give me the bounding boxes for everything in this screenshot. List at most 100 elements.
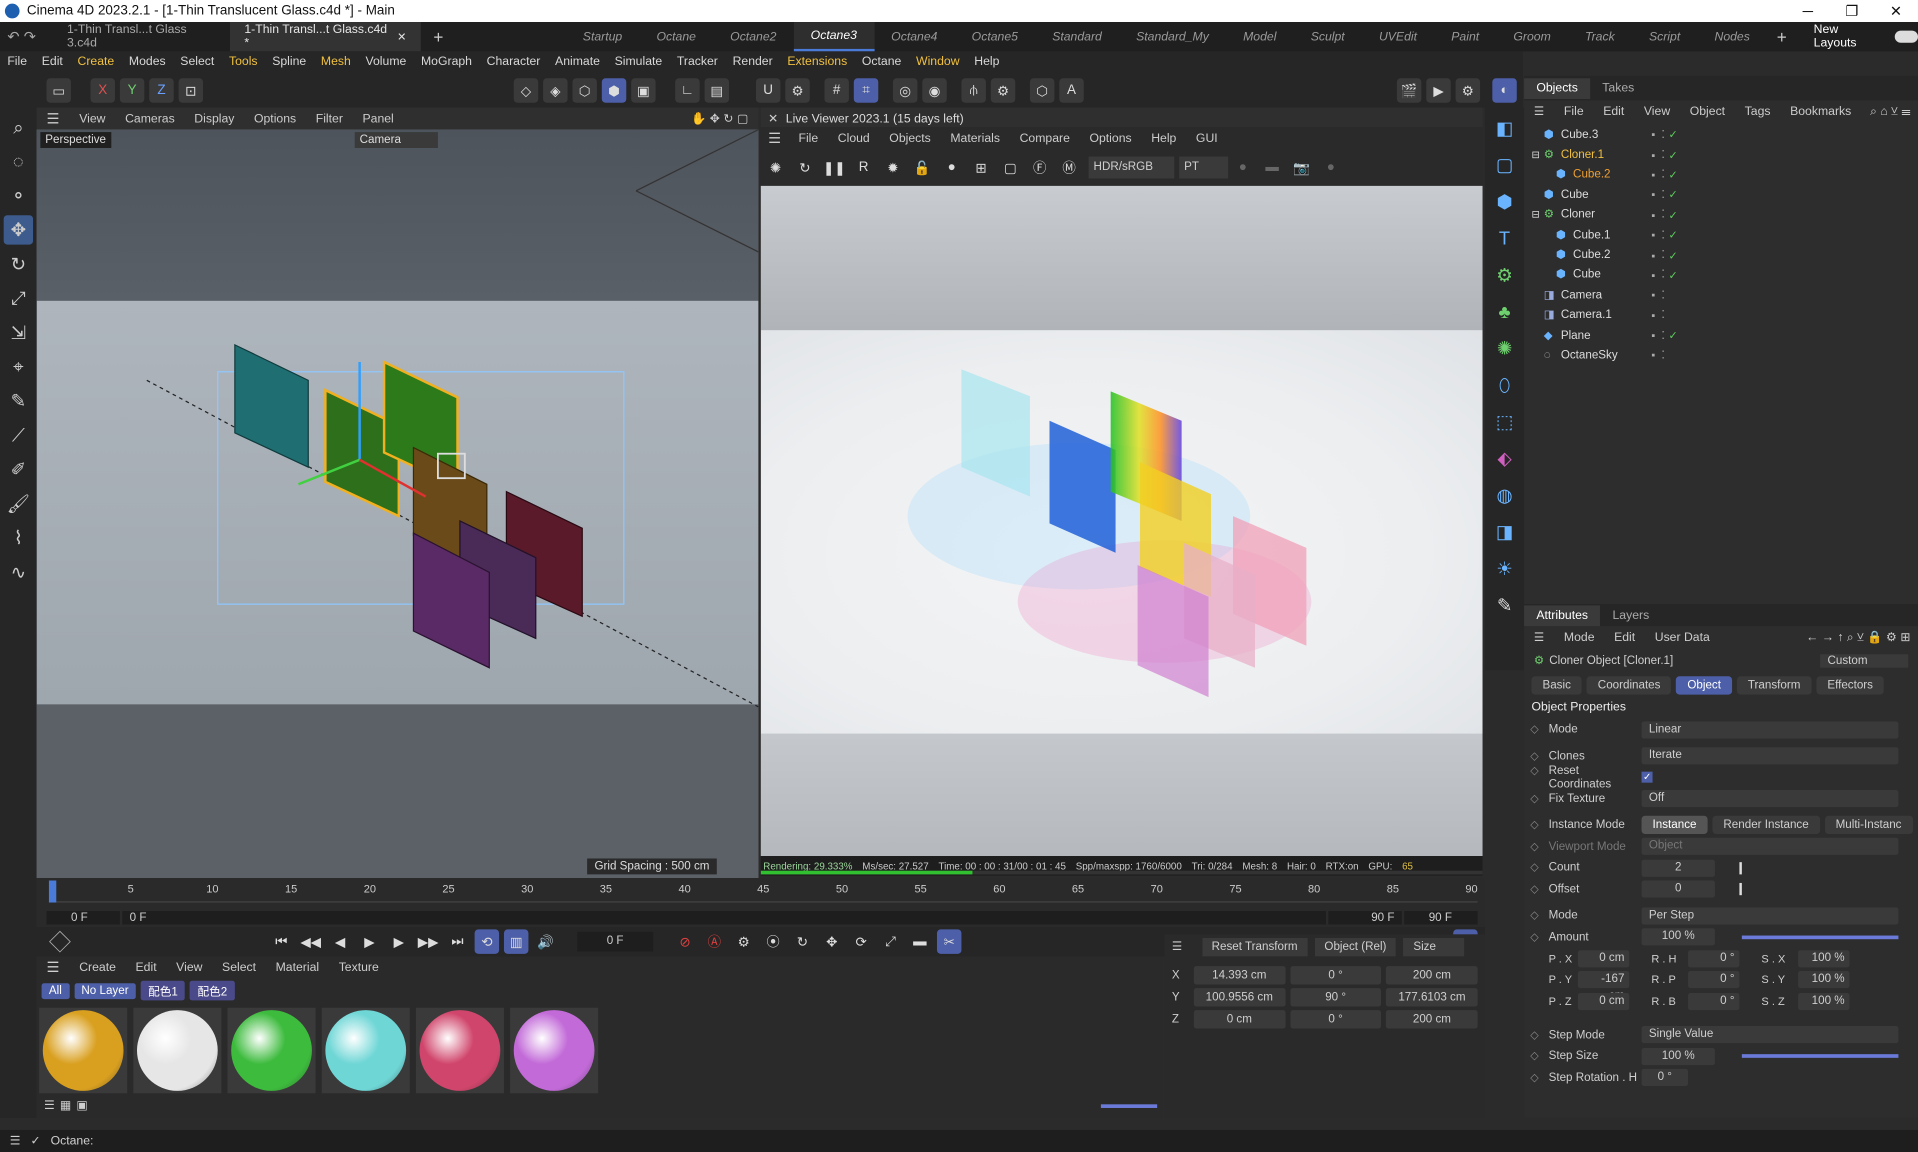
attr-preset-select[interactable]: Custom	[1820, 653, 1909, 668]
material-menu-texture[interactable]: Texture	[329, 961, 389, 974]
live-viewer-menu-cloud[interactable]: Cloud	[828, 131, 880, 144]
instance-option[interactable]: Instance	[1641, 816, 1708, 835]
search-icon[interactable]: ⌕	[4, 113, 33, 142]
offset-slider[interactable]	[1739, 883, 1742, 896]
attr-nav-icons[interactable]: ← → ↑ ⌕ ⊻ 🔒 ⚙ ⊞	[1806, 630, 1918, 643]
count-slider[interactable]	[1739, 861, 1742, 875]
keyframe-icon[interactable]	[49, 930, 71, 953]
clones-select[interactable]: Iterate	[1641, 747, 1899, 765]
object-name[interactable]: Cube.3	[1561, 128, 1647, 141]
objects-menu-edit[interactable]: Edit	[1593, 105, 1634, 118]
doc-tab-1[interactable]: 1-Thin Transl...t Glass 3.c4d	[52, 22, 229, 51]
coord-field-z-1[interactable]: 0 °	[1289, 1009, 1382, 1028]
soft-selection-icon[interactable]: ◎	[892, 78, 918, 103]
colorspace-select[interactable]: HDR/sRGB	[1088, 156, 1175, 179]
material-thumbnail[interactable]	[227, 1007, 316, 1094]
edit-toggle-icon[interactable]: ▪	[1651, 309, 1655, 321]
environment-icon[interactable]: ◍	[1489, 479, 1521, 511]
material-filter[interactable]: 配色2	[190, 980, 235, 1001]
hamburger-icon[interactable]: ☰	[1172, 940, 1182, 953]
lock-resolution-icon[interactable]: 🔓	[910, 155, 934, 179]
coord-field-y-0[interactable]: 100.9556 cm	[1193, 987, 1286, 1006]
layout-tab-standard[interactable]: Standard	[1035, 22, 1119, 51]
sound-icon[interactable]: 🔊	[533, 929, 557, 953]
tab-takes[interactable]: Takes	[1590, 78, 1646, 99]
enabled-check-icon[interactable]: ✓	[1669, 249, 1681, 261]
step-size-field[interactable]: 100 %	[1641, 1047, 1715, 1065]
edit-toggle-icon[interactable]: ▪	[1651, 269, 1655, 281]
material-thumbnail[interactable]	[510, 1007, 599, 1094]
menu-character[interactable]: Character	[479, 51, 547, 73]
offset-field[interactable]: 0	[1641, 880, 1715, 898]
amount-field[interactable]: 100 %	[1641, 928, 1715, 946]
axis-y-button[interactable]: Y	[119, 78, 145, 103]
text-icon[interactable]: T	[1489, 223, 1521, 255]
enabled-check-icon[interactable]: ✓	[1669, 149, 1681, 161]
coordinate-system-icon[interactable]: ⊡	[178, 78, 204, 103]
hamburger-icon[interactable]: ☰	[37, 959, 70, 976]
snapshot-icon[interactable]: 📷	[1289, 155, 1313, 179]
layout-tab-track[interactable]: Track	[1568, 22, 1632, 51]
enabled-check-icon[interactable]: ✓	[1669, 209, 1681, 221]
menu-spline[interactable]: Spline	[265, 51, 314, 73]
subtab-transform[interactable]: Transform	[1736, 675, 1812, 695]
edit-toggle-icon[interactable]: ▪	[1651, 289, 1655, 301]
visibility-dots-icon[interactable]: ⁚	[1661, 128, 1665, 141]
loop-icon[interactable]: ⟲	[474, 929, 500, 954]
material-filter[interactable]: All	[41, 982, 70, 999]
menu-window[interactable]: Window	[909, 51, 967, 73]
transform-field-rp[interactable]: 0 °	[1688, 971, 1740, 989]
material-menu-material[interactable]: Material	[266, 961, 329, 974]
add-layout-icon[interactable]: +	[1767, 27, 1797, 47]
object-row[interactable]: ◨ Camera ▪ ⁚	[1524, 285, 1918, 305]
object-name[interactable]: Cube.2	[1573, 248, 1646, 261]
clay-mode-icon[interactable]: ●	[1231, 155, 1255, 179]
close-button[interactable]: ✕	[1874, 0, 1918, 22]
go-to-end-icon[interactable]: ⏭	[445, 929, 469, 953]
material-pick-icon[interactable]: Ⓜ	[1057, 155, 1081, 179]
enabled-check-icon[interactable]: ✓	[1669, 189, 1681, 201]
object-row[interactable]: ⬢ Cube.2 ▪ ⁚ ✓	[1524, 165, 1918, 185]
coord-field-x-1[interactable]: 0 °	[1289, 965, 1382, 984]
viewport-nav-icons[interactable]: ✋ ✥ ↻ ▢	[691, 112, 758, 125]
live-viewer-menu-help[interactable]: Help	[1141, 131, 1186, 144]
transform-field-sz[interactable]: 100 %	[1798, 992, 1850, 1010]
deformer-icon[interactable]: ⬯	[1489, 369, 1521, 401]
transform-field-px[interactable]: 0 cm	[1577, 949, 1630, 968]
coord-field-y-2[interactable]: 177.6103 cm	[1386, 987, 1478, 1006]
render-tool-icon[interactable]: ▭	[46, 78, 71, 103]
coord-field-x-2[interactable]: 200 cm	[1386, 965, 1478, 984]
close-tab-icon[interactable]: ✕	[397, 30, 406, 43]
object-row[interactable]: ⬢ Cube.3 ▪ ⁚ ✓	[1524, 125, 1918, 145]
coord-field-z-2[interactable]: 200 cm	[1386, 1009, 1478, 1028]
layout-tab-uvedit[interactable]: UVEdit	[1362, 22, 1434, 51]
region-render-icon[interactable]: R	[851, 155, 875, 179]
layout-tab-octane3[interactable]: Octane3	[793, 22, 875, 52]
symmetry-icon[interactable]: ⫛	[961, 78, 986, 103]
fix-texture-select[interactable]: Off	[1641, 790, 1899, 808]
live-viewer-menu-options[interactable]: Options	[1080, 131, 1142, 144]
edit-toggle-icon[interactable]: ▪	[1651, 149, 1655, 161]
edit-toggle-icon[interactable]: ▪	[1651, 229, 1655, 241]
timeline-ruler[interactable]: 051015202530354045505560657075808590	[48, 878, 1478, 903]
object-name[interactable]: OctaneSky	[1561, 349, 1647, 362]
object-row[interactable]: ⬢ Cube.1 ▪ ⁚ ✓	[1524, 225, 1918, 245]
objects-menu-bookmarks[interactable]: Bookmarks	[1780, 105, 1861, 118]
menu-volume[interactable]: Volume	[358, 51, 413, 73]
menu-help[interactable]: Help	[967, 51, 1007, 73]
light-icon[interactable]: ☀	[1489, 553, 1521, 585]
brush-icon[interactable]: ✐	[4, 455, 33, 484]
edit-toggle-icon[interactable]: ▪	[1651, 349, 1655, 361]
object-name[interactable]: Cloner.1	[1561, 148, 1647, 161]
object-name[interactable]: Camera	[1561, 288, 1647, 301]
enabled-check-icon[interactable]: ✓	[1669, 169, 1681, 181]
cloner-icon[interactable]: ⚙	[1489, 259, 1521, 291]
tab-layers[interactable]: Layers	[1600, 605, 1661, 626]
edit-toggle-icon[interactable]: ▪	[1651, 189, 1655, 201]
move-key-icon[interactable]: ✥	[820, 929, 844, 953]
axis-mode-icon[interactable]: ∟	[675, 78, 700, 103]
new-layouts-label[interactable]: New Layouts	[1814, 23, 1882, 50]
step-size-slider[interactable]	[1741, 1054, 1899, 1059]
objects-menu-file[interactable]: File	[1554, 105, 1593, 118]
material-menu-view[interactable]: View	[166, 961, 212, 974]
